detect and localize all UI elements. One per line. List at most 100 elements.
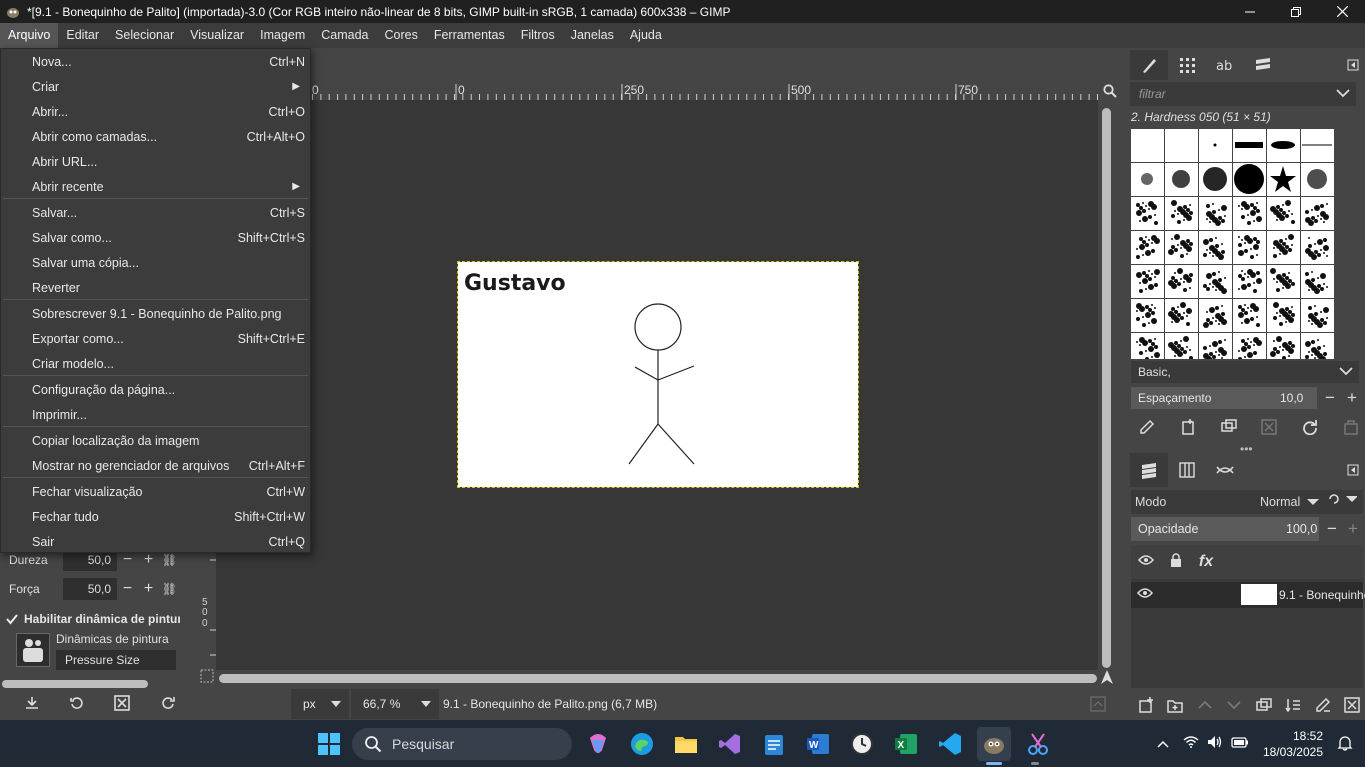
menu-item-revert[interactable]: Reverter (1, 276, 310, 300)
reset-icon[interactable] (161, 696, 175, 715)
refresh-brushes-icon[interactable] (1297, 414, 1323, 440)
tab-channels[interactable] (1168, 453, 1206, 487)
vertical-scrollbar[interactable] (1102, 108, 1111, 668)
tab-document-history[interactable] (1244, 50, 1282, 80)
menu-imagem[interactable]: Imagem (252, 23, 313, 48)
menu-item-create[interactable]: Criar ▶ (1, 75, 310, 99)
spacing-increase-button[interactable]: + (1341, 387, 1363, 409)
menu-item-overwrite[interactable]: Sobrescrever 9.1 - Bonequinho de Palito.… (1, 302, 310, 326)
image-canvas[interactable]: Gustavo (457, 261, 859, 488)
battery-icon[interactable] (1231, 736, 1249, 751)
menu-ferramentas[interactable]: Ferramentas (426, 23, 513, 48)
dock-menu-icon[interactable] (1347, 58, 1359, 76)
check-icon[interactable] (6, 612, 18, 626)
brush-thumbnail[interactable] (1165, 163, 1198, 196)
raise-layer-icon[interactable] (1193, 693, 1217, 717)
brush-thumbnail[interactable] (1199, 163, 1232, 196)
brush-thumbnail[interactable] (1131, 299, 1164, 332)
layer-row[interactable]: 9.1 - Bonequinho (1131, 582, 1365, 608)
menu-janelas[interactable]: Janelas (563, 23, 622, 48)
brush-thumbnail[interactable] (1165, 129, 1198, 162)
brush-thumbnail[interactable] (1131, 231, 1164, 264)
snipping-tool-icon[interactable] (1021, 727, 1055, 761)
brush-thumbnail[interactable] (1267, 299, 1300, 332)
menu-item-show-in-file-manager[interactable]: Mostrar no gerenciador de arquivos Ctrl+A… (1, 454, 310, 478)
brush-thumbnail[interactable] (1131, 129, 1164, 162)
brush-thumbnail[interactable] (1267, 129, 1300, 162)
menu-item-export-as[interactable]: Exportar como... Shift+Ctrl+E (1, 327, 310, 351)
chevron-down-icon[interactable] (1336, 82, 1350, 106)
dynamics-selector[interactable]: Dinâmicas de pintura Pressure Size (14, 632, 176, 670)
vscode-icon[interactable] (933, 727, 967, 761)
menu-selecionar[interactable]: Selecionar (107, 23, 182, 48)
brush-thumbnail[interactable] (1301, 299, 1334, 332)
tab-paths[interactable] (1206, 453, 1244, 487)
edge-browser-icon[interactable] (625, 727, 659, 761)
open-brush-as-image-icon[interactable] (1338, 414, 1364, 440)
menu-cores[interactable]: Cores (377, 23, 426, 48)
brush-thumbnail[interactable] (1199, 231, 1232, 264)
brush-thumbnail[interactable] (1301, 129, 1334, 162)
brush-thumbnail[interactable] (1301, 265, 1334, 298)
brush-thumbnail[interactable] (1233, 299, 1266, 332)
layer-mode-select[interactable]: Modo Normal (1131, 490, 1363, 514)
status-cancel-icon[interactable] (1090, 696, 1106, 715)
merge-layer-icon[interactable] (1281, 693, 1305, 717)
tab-patterns[interactable] (1168, 50, 1206, 80)
copilot-icon[interactable] (581, 727, 615, 761)
taskbar-clock[interactable]: 18:52 18/03/2025 (1263, 728, 1323, 760)
dynamics-checkbox-row[interactable]: Habilitar dinâmica de pintura (6, 609, 180, 629)
dynamics-preset[interactable]: Pressure Size (56, 650, 176, 670)
dynamics-thumbnail-icon[interactable] (16, 633, 50, 667)
brush-thumbnail[interactable] (1301, 333, 1334, 359)
notepad-icon[interactable] (757, 727, 791, 761)
menu-filtros[interactable]: Filtros (513, 23, 563, 48)
brush-thumbnail[interactable] (1267, 265, 1300, 298)
brush-thumbnail[interactable] (1267, 333, 1300, 359)
menu-item-open-recent[interactable]: Abrir recente ▶ (1, 175, 310, 199)
close-button[interactable] (1319, 0, 1365, 23)
opacity-slider[interactable]: Opacidade 100,0 − + (1131, 517, 1364, 541)
taskbar-search-box[interactable]: Pesquisar (352, 728, 572, 760)
layers-list[interactable]: fx 9.1 - Bonequinho (1131, 545, 1365, 688)
brush-thumbnail[interactable] (1199, 333, 1232, 359)
chevron-down-icon[interactable] (1307, 490, 1319, 514)
word-icon[interactable]: W (801, 727, 835, 761)
chevron-down-icon[interactable] (1339, 361, 1353, 383)
menu-arquivo[interactable]: Arquivo (0, 23, 59, 48)
menu-item-open-as-layers[interactable]: Abrir como camadas... Ctrl+Alt+O (1, 125, 310, 149)
brush-thumbnail[interactable] (1233, 197, 1266, 230)
new-layer-group-icon[interactable] (1163, 693, 1187, 717)
clock-app-icon[interactable] (845, 727, 879, 761)
brush-thumbnail[interactable] (1165, 299, 1198, 332)
zoom-search-icon[interactable] (1099, 82, 1121, 100)
file-explorer-icon[interactable] (669, 727, 703, 761)
brush-thumbnail[interactable] (1233, 163, 1266, 196)
quick-mask-icon[interactable] (200, 669, 216, 685)
force-row[interactable]: Força 50,0 − + ⛓ (4, 577, 180, 601)
save-preset-icon[interactable] (25, 696, 39, 715)
opacity-decrease-button[interactable]: − (1321, 517, 1343, 541)
menu-item-open-url[interactable]: Abrir URL... (1, 150, 310, 174)
notification-bell-icon[interactable] (1337, 735, 1353, 754)
brush-thumbnail[interactable] (1199, 265, 1232, 298)
menu-item-page-setup[interactable]: Configuração da página... (1, 378, 310, 402)
spacing-decrease-button[interactable]: − (1319, 387, 1341, 409)
menu-item-copy-image-location[interactable]: Copiar localização da imagem (1, 429, 310, 453)
menu-editar[interactable]: Editar (58, 23, 107, 48)
brush-thumbnail[interactable] (1131, 265, 1164, 298)
gimp-taskbar-icon[interactable] (977, 727, 1011, 761)
excel-icon[interactable]: X (889, 727, 923, 761)
volume-icon[interactable] (1207, 735, 1223, 752)
delete-preset-icon[interactable] (114, 694, 131, 716)
delete-brush-icon[interactable] (1256, 414, 1282, 440)
menu-item-save[interactable]: Salvar... Ctrl+S (1, 201, 310, 225)
new-brush-icon[interactable] (1175, 414, 1201, 440)
new-layer-icon[interactable] (1134, 693, 1158, 717)
brush-thumbnail[interactable] (1267, 231, 1300, 264)
menu-item-create-template[interactable]: Criar modelo... (1, 352, 310, 376)
toolbox-scrollbar[interactable] (2, 680, 148, 688)
menu-item-new[interactable]: Nova... Ctrl+N (1, 50, 310, 74)
brush-thumbnail[interactable] (1199, 129, 1232, 162)
brush-grid[interactable] (1131, 129, 1335, 359)
